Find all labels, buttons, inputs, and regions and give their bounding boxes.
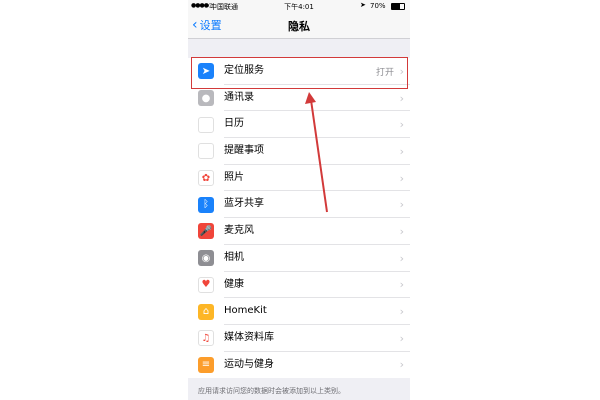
annotation-arrow — [305, 92, 328, 213]
arrow-head — [305, 92, 316, 104]
arrow-line — [310, 99, 328, 213]
